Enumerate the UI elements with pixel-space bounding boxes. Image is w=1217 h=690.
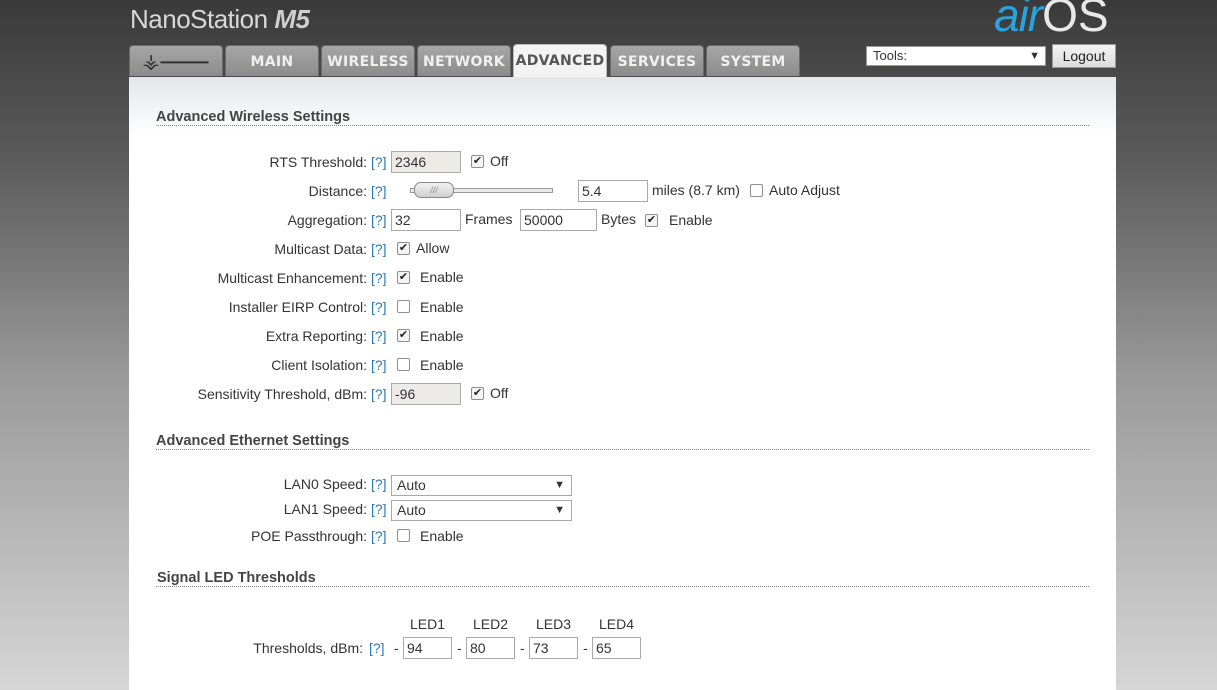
brand-logo: NanoStation M5 — [130, 4, 310, 35]
led2-threshold-input[interactable]: 80 — [466, 637, 515, 659]
extra-reporting-enable-label: Enable — [420, 328, 464, 344]
distance-label: Distance: — [308, 183, 367, 199]
tools-select[interactable]: Tools: ▼ — [866, 46, 1046, 66]
lan1-speed-value: Auto — [397, 502, 426, 518]
aggregation-bytes-label: Bytes — [601, 211, 637, 227]
lan1-help-link[interactable]: [?] — [371, 501, 387, 517]
multicast-enhancement-checkbox[interactable]: ✔ — [397, 271, 410, 284]
distance-slider-handle[interactable]: /// — [414, 182, 454, 198]
poe-passthrough-label: POE Passthrough: — [251, 528, 367, 544]
dash-separator: - — [583, 640, 588, 656]
tab-system[interactable]: SYSTEM — [706, 45, 800, 76]
sensitivity-off-checkbox[interactable]: ✔ — [471, 387, 484, 400]
poe-help-link[interactable]: [?] — [371, 528, 387, 544]
lan1-speed-select[interactable]: Auto ▼ — [391, 500, 572, 521]
installer-eirp-enable-label: Enable — [420, 299, 464, 315]
client-isolation-enable-label: Enable — [420, 357, 464, 373]
poe-passthrough-checkbox[interactable] — [397, 529, 410, 542]
multicast-data-checkbox[interactable]: ✔ — [397, 242, 410, 255]
multicast-enhancement-help-link[interactable]: [?] — [371, 270, 387, 286]
multicast-data-allow-label: Allow — [416, 240, 450, 256]
installer-eirp-label: Installer EIRP Control: — [228, 299, 367, 315]
airos-logo: airOS — [994, 0, 1109, 42]
extra-reporting-label: Extra Reporting: — [265, 328, 367, 344]
lan1-speed-label: LAN1 Speed: — [283, 501, 367, 517]
led3-header: LED3 — [536, 616, 572, 632]
led1-threshold-input[interactable]: 94 — [403, 637, 452, 659]
section-title-led: Signal LED Thresholds — [157, 570, 316, 586]
lan0-speed-value: Auto — [397, 477, 426, 493]
section-divider — [156, 449, 1089, 450]
lan0-speed-select[interactable]: Auto ▼ — [391, 475, 572, 496]
sensitivity-threshold-input[interactable]: -96 — [391, 383, 461, 405]
tab-main[interactable]: MAIN — [225, 45, 319, 76]
logout-button[interactable]: Logout — [1052, 44, 1116, 68]
tab-services[interactable]: SERVICES — [610, 45, 704, 76]
dash-separator: - — [394, 640, 399, 656]
tab-wireless[interactable]: WIRELESS — [321, 45, 415, 76]
rts-off-checkbox[interactable]: ✔ — [471, 155, 484, 168]
aggregation-bytes-input[interactable]: 50000 — [520, 209, 597, 231]
lan0-help-link[interactable]: [?] — [371, 476, 387, 492]
client-isolation-checkbox[interactable] — [397, 358, 410, 371]
tools-select-value: Tools: — [873, 48, 907, 63]
lan0-speed-label: LAN0 Speed: — [283, 476, 367, 492]
led-thresholds-label: Thresholds, dBm: — [253, 640, 363, 656]
led-help-link[interactable]: [?] — [369, 640, 385, 656]
settings-panel: Advanced Wireless Settings RTS Threshold… — [129, 77, 1116, 690]
aggregation-frames-label: Frames — [465, 211, 513, 227]
client-isolation-help-link[interactable]: [?] — [371, 357, 387, 373]
brand-model: M5 — [274, 4, 310, 34]
tab-advanced[interactable]: ADVANCED — [513, 44, 607, 77]
chevron-down-icon: ▼ — [554, 504, 565, 516]
dash-separator: - — [520, 640, 525, 656]
sensitivity-off-label: Off — [490, 385, 509, 401]
client-isolation-label: Client Isolation: — [271, 357, 367, 373]
aggregation-label: Aggregation: — [287, 212, 367, 228]
multicast-data-label: Multicast Data: — [274, 241, 367, 257]
distance-help-link[interactable]: [?] — [371, 183, 387, 199]
distance-unit: miles (8.7 km) — [652, 182, 740, 198]
airos-os: OS — [1042, 0, 1109, 41]
auto-adjust-checkbox[interactable] — [750, 184, 763, 197]
distance-input[interactable]: 5.4 — [578, 180, 648, 202]
aggregation-enable-label: Enable — [669, 212, 713, 228]
tab-ubiquiti-home[interactable]: ⚶⸻ — [129, 45, 223, 76]
led1-header: LED1 — [410, 616, 446, 632]
rts-threshold-label: RTS Threshold: — [269, 154, 367, 170]
rts-threshold-input[interactable]: 2346 — [391, 151, 461, 173]
section-title-ethernet: Advanced Ethernet Settings — [156, 433, 350, 449]
section-title-wireless: Advanced Wireless Settings — [156, 109, 351, 125]
multicast-enhancement-label: Multicast Enhancement: — [217, 270, 367, 286]
rts-off-label: Off — [490, 153, 509, 169]
multicast-enhancement-enable-label: Enable — [420, 269, 464, 285]
installer-eirp-checkbox[interactable] — [397, 300, 410, 313]
extra-reporting-checkbox[interactable]: ✔ — [397, 329, 410, 342]
airos-air: air — [994, 0, 1043, 41]
multicast-data-help-link[interactable]: [?] — [371, 241, 387, 257]
aggregation-frames-input[interactable]: 32 — [391, 209, 461, 231]
extra-reporting-help-link[interactable]: [?] — [371, 328, 387, 344]
led4-header: LED4 — [599, 616, 635, 632]
chevron-down-icon: ▼ — [554, 479, 565, 491]
sensitivity-threshold-label: Sensitivity Threshold, dBm: — [197, 386, 367, 402]
chevron-down-icon: ▼ — [1029, 50, 1040, 62]
led2-header: LED2 — [473, 616, 509, 632]
poe-passthrough-enable-label: Enable — [420, 528, 464, 544]
tab-network[interactable]: NETWORK — [417, 45, 511, 76]
aggregation-help-link[interactable]: [?] — [371, 212, 387, 228]
dash-separator: - — [457, 640, 462, 656]
installer-eirp-help-link[interactable]: [?] — [371, 299, 387, 315]
rts-help-link[interactable]: [?] — [371, 154, 387, 170]
brand-name: NanoStation — [130, 4, 268, 34]
aggregation-enable-checkbox[interactable]: ✔ — [645, 214, 658, 227]
ubiquiti-logo-icon: ⚶⸻ — [142, 49, 210, 73]
led4-threshold-input[interactable]: 65 — [592, 637, 641, 659]
auto-adjust-label: Auto Adjust — [769, 182, 840, 198]
sensitivity-help-link[interactable]: [?] — [371, 386, 387, 402]
section-divider — [156, 586, 1089, 587]
section-divider — [156, 125, 1089, 126]
led3-threshold-input[interactable]: 73 — [529, 637, 578, 659]
